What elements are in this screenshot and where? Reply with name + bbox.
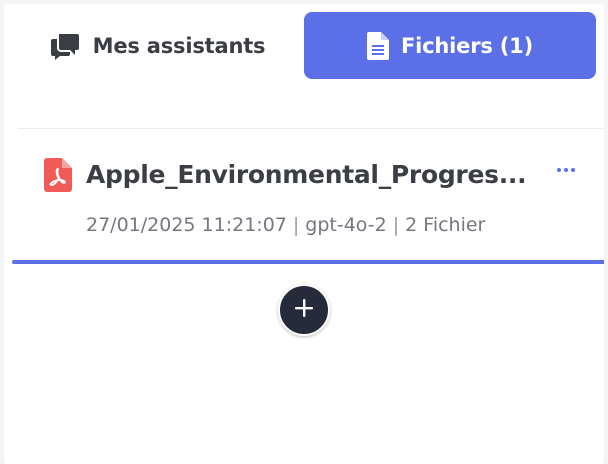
more-horizontal-icon [557, 168, 561, 172]
active-row-underline [12, 260, 604, 264]
more-options-button[interactable] [552, 160, 580, 180]
file-meta: 27/01/2025 11:21:07 | gpt-4o-2 | 2 Fichier [86, 214, 485, 236]
tab-assistants[interactable]: Mes assistants [16, 12, 300, 79]
file-date: 27/01/2025 11:21:07 [86, 214, 287, 236]
file-count: 2 Fichier [405, 214, 486, 236]
more-dot [571, 168, 575, 172]
add-file-button[interactable] [278, 284, 330, 336]
files-panel: Mes assistants Fichiers (1) Apple_Enviro… [4, 4, 604, 464]
more-dot [564, 168, 568, 172]
document-icon [367, 31, 390, 60]
file-name[interactable]: Apple_Environmental_Progres... [86, 160, 546, 189]
divider [18, 128, 604, 129]
meta-separator: | [392, 214, 400, 236]
file-model: gpt-4o-2 [305, 214, 387, 236]
tab-files[interactable]: Fichiers (1) [304, 12, 596, 79]
meta-separator: | [292, 214, 300, 236]
plus-icon [293, 297, 315, 323]
file-row[interactable]: Apple_Environmental_Progres... 27/01/202… [18, 146, 604, 266]
chat-bubbles-icon [50, 32, 81, 60]
tab-files-label: Fichiers (1) [401, 33, 533, 58]
pdf-icon [44, 158, 72, 196]
tab-assistants-label: Mes assistants [92, 33, 266, 58]
